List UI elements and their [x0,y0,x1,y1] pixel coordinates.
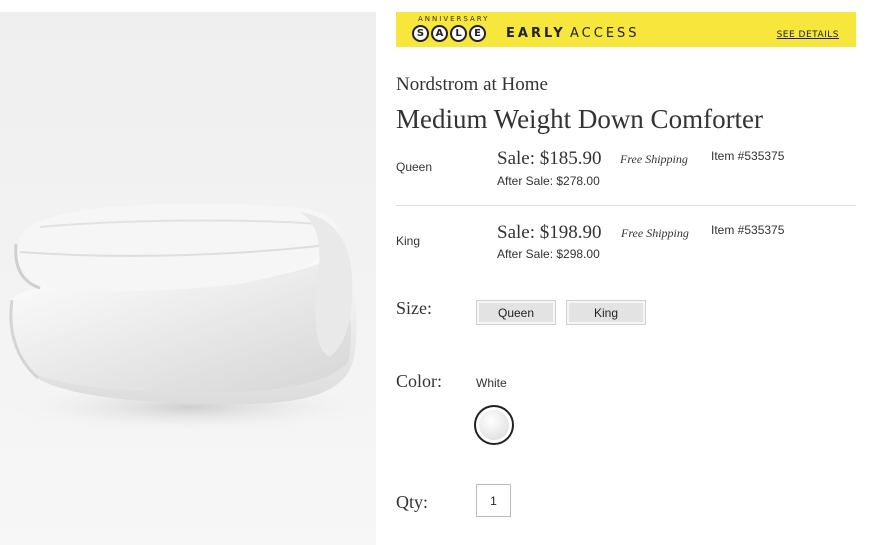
item-number-queen: Item #535375 [711,149,785,163]
color-label: Color: [396,371,443,391]
comforter-photo [8,203,370,432]
white-swatch-icon[interactable] [474,405,514,445]
brand-name[interactable]: Nordstrom at Home [396,74,548,96]
quantity-input[interactable] [476,484,511,517]
item-number-king: Item #535375 [711,223,785,237]
sale-letter: E [469,25,486,42]
size-option-king[interactable]: King [566,300,646,325]
see-details-link[interactable]: SEE DETAILS [777,30,839,40]
free-shipping-queen: Free Shipping [620,152,688,166]
sale-letter: A [431,25,448,42]
variant-divider [396,205,856,206]
sale-letter: S [412,25,429,42]
anniversary-label: ANNIVERSARY [418,15,490,23]
selected-color-name: White [476,376,507,390]
sale-price-queen: Sale: $185.90 [497,148,602,169]
after-sale-price-queen: After Sale: $278.00 [497,174,600,188]
swatch-fill [479,410,509,440]
access-label: ACCESS [570,26,640,41]
after-sale-price-king: After Sale: $298.00 [497,247,600,261]
product-title: Medium Weight Down Comforter [396,104,764,134]
anniversary-sale-banner[interactable]: ANNIVERSARY S A L E EARLY ACCESS SEE DET… [396,12,856,47]
sale-price-king: Sale: $198.90 [497,222,602,243]
free-shipping-king: Free Shipping [621,226,689,240]
variant-size-queen: Queen [396,160,433,174]
product-image[interactable] [0,12,376,545]
sale-logo: S A L E [412,25,486,42]
early-label: EARLY [506,26,566,41]
variant-size-king: King [396,234,421,248]
quantity-label: Qty: [396,492,429,512]
size-label: Size: [396,298,432,318]
size-option-queen[interactable]: Queen [476,300,556,325]
sale-letter: L [450,25,467,42]
